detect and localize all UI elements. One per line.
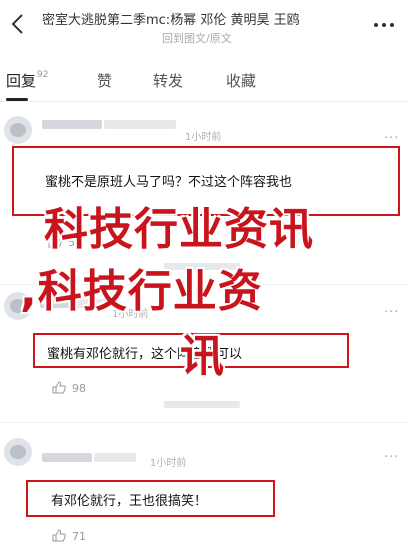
like-count: 71 [72, 530, 86, 543]
comment-time: 1小时前 [185, 132, 222, 143]
chevron-left-icon[interactable] [8, 12, 28, 36]
active-tab-indicator [6, 98, 28, 101]
tab-replies-label: 回复 [6, 72, 37, 90]
watermark-line: ,科技行业资 [20, 266, 263, 317]
page-title: 密室大逃脱第二季mc:杨幂 邓伦 黄明昊 王鸥 [42, 13, 300, 28]
blurred-username [104, 120, 176, 129]
watermark-line: 讯 [180, 331, 225, 382]
thumbs-up-icon [52, 529, 66, 542]
avatar[interactable] [4, 438, 32, 466]
like-count: 98 [72, 382, 86, 395]
tab-likes[interactable]: 赞 [97, 70, 112, 91]
comment-text: 有邓伦就行，王也很搞笑！ [51, 494, 208, 509]
blurred-username [42, 453, 92, 462]
tab-replies[interactable]: 回复92 [6, 70, 48, 91]
tab-replies-count: 92 [37, 70, 49, 80]
thumbs-up-icon [52, 381, 66, 394]
blurred-reply-link [164, 401, 240, 408]
avatar[interactable] [4, 116, 32, 144]
tab-favorites[interactable]: 收藏 [226, 70, 256, 91]
like-button[interactable]: 71 [52, 529, 86, 543]
watermark-line: 科技行业资讯 [44, 204, 314, 255]
comment-text: 蜜桃不是原班人马了吗？不过这个阵容我也 [45, 175, 293, 190]
comment-time: 1小时前 [150, 458, 187, 469]
comment-more-icon[interactable]: ··· [384, 450, 399, 465]
tab-reposts[interactable]: 转发 [153, 70, 183, 91]
back-to-article-link[interactable]: 回到图文/原文 [162, 30, 232, 46]
comment-more-icon[interactable]: ··· [384, 305, 399, 320]
top-bar: 密室大逃脱第二季mc:杨幂 邓伦 黄明昊 王鸥 回到图文/原文 [0, 0, 410, 56]
like-button[interactable]: 98 [52, 381, 86, 395]
tab-bar: 回复92 赞 转发 收藏 [0, 62, 410, 102]
blurred-username [94, 453, 136, 462]
ellipsis-icon[interactable] [372, 17, 396, 33]
comment-more-icon[interactable]: ··· [384, 131, 399, 146]
divider [0, 422, 410, 423]
blurred-username [42, 120, 102, 129]
